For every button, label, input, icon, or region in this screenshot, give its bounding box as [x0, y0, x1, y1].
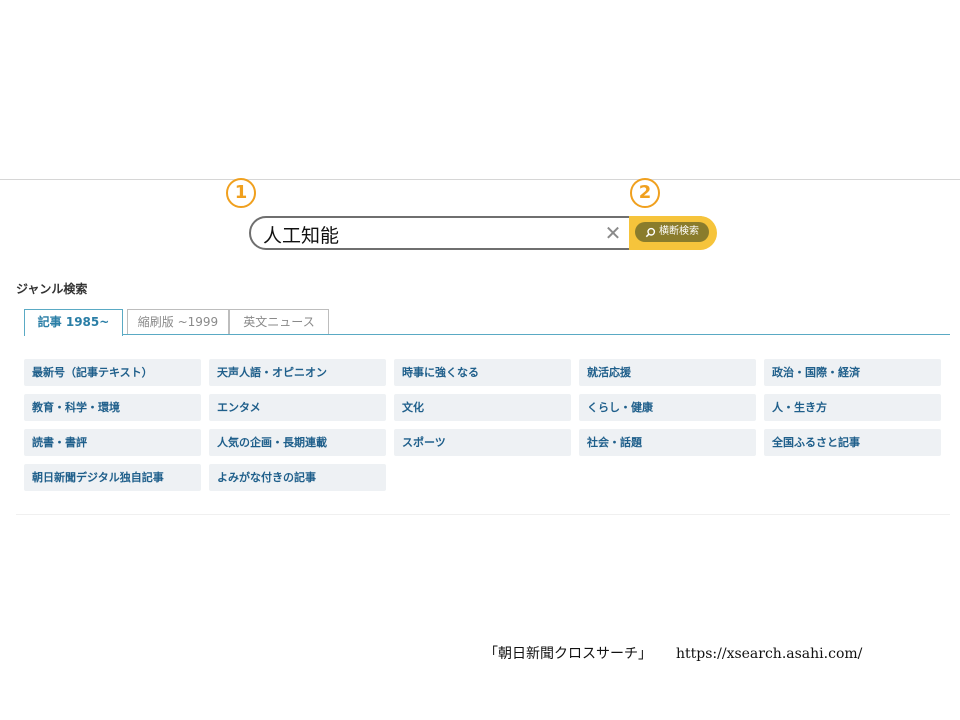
header-divider [0, 179, 960, 180]
source-url: https://xsearch.asahi.com/ [676, 646, 863, 662]
category-society[interactable]: 社会・話題 [579, 429, 756, 456]
category-tenseijingo[interactable]: 天声人語・オピニオン [209, 359, 386, 386]
category-hometown[interactable]: 全国ふるさと記事 [764, 429, 941, 456]
search-icon [645, 227, 656, 237]
close-icon[interactable]: ✕ [603, 223, 623, 243]
category-job-hunting[interactable]: 就活応援 [579, 359, 756, 386]
category-education[interactable]: 教育・科学・環境 [24, 394, 201, 421]
section-divider [16, 514, 950, 515]
category-sports[interactable]: スポーツ [394, 429, 571, 456]
step-marker-1: 1 [226, 178, 256, 208]
category-entertainment[interactable]: エンタメ [209, 394, 386, 421]
source-name: 「朝日新聞クロスサーチ」 [484, 646, 652, 662]
step-marker-2: 2 [630, 178, 660, 208]
category-digital-original[interactable]: 朝日新聞デジタル独自記事 [24, 464, 201, 491]
search-button-label: 横断検索 [659, 226, 699, 237]
search-button-frame: 横断検索 [629, 216, 717, 250]
tab-reduced-edition[interactable]: 縮刷版 ~1999 [127, 309, 229, 334]
category-current-affairs[interactable]: 時事に強くなる [394, 359, 571, 386]
search-input[interactable] [263, 222, 593, 246]
search-bar: ✕ 横断検索 [249, 216, 717, 250]
category-culture[interactable]: 文化 [394, 394, 571, 421]
cross-search-button[interactable]: 横断検索 [635, 222, 709, 242]
category-latest[interactable]: 最新号（記事テキスト） [24, 359, 201, 386]
tab-articles[interactable]: 記事 1985~ [24, 309, 123, 336]
category-books[interactable]: 読書・書評 [24, 429, 201, 456]
category-series[interactable]: 人気の企画・長期連載 [209, 429, 386, 456]
category-lifestyle[interactable]: くらし・健康 [579, 394, 756, 421]
source-caption: 「朝日新聞クロスサーチ」 https://xsearch.asahi.com/ [484, 643, 862, 663]
category-politics[interactable]: 政治・国際・経済 [764, 359, 941, 386]
genre-search-title: ジャンル検索 [16, 282, 88, 296]
tab-english-news[interactable]: 英文ニュース [229, 309, 329, 334]
tab-underline [24, 334, 950, 335]
category-people[interactable]: 人・生き方 [764, 394, 941, 421]
category-furigana[interactable]: よみがな付きの記事 [209, 464, 386, 491]
